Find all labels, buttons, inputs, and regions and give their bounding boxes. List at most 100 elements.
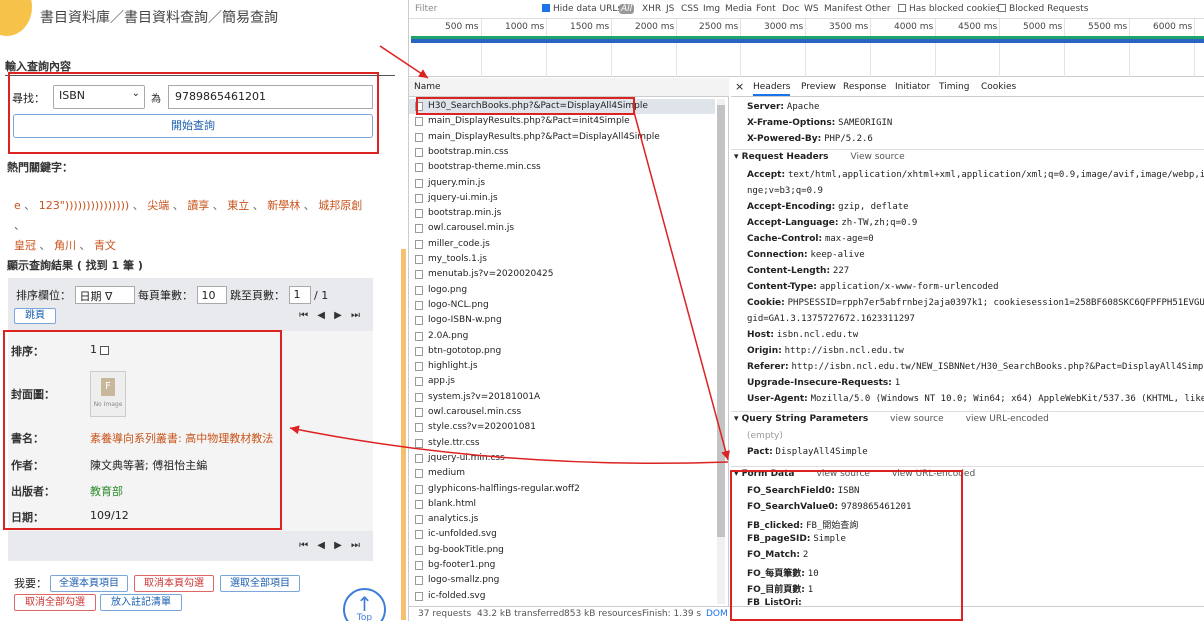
keyword-link[interactable]: 讀享 — [187, 199, 209, 212]
tab-headers[interactable]: Headers — [753, 82, 791, 96]
view-source-link[interactable]: view URL-encoded — [966, 414, 1049, 424]
request-row[interactable]: my_tools.1.js — [409, 252, 715, 267]
close-icon[interactable]: × — [735, 80, 744, 93]
request-headers-section[interactable]: ▾ Request Headers View source — [734, 152, 905, 162]
keyword-link[interactable]: 123"))))))))))))))) — [39, 199, 129, 212]
jump-page-button[interactable]: 跳頁 — [14, 308, 56, 324]
request-row[interactable]: owl.carousel.min.css — [409, 405, 715, 420]
tab-cookies[interactable]: Cookies — [981, 82, 1016, 92]
sort-select[interactable]: 日期 ∇ — [74, 286, 135, 304]
request-row[interactable]: H30_SearchBooks.php?&Pact=DisplayAll4Sim… — [409, 99, 715, 115]
request-row[interactable]: jquery.min.js — [409, 176, 715, 191]
request-row[interactable]: btn-gototop.png — [409, 344, 715, 359]
filter-ws[interactable]: WS — [804, 4, 819, 14]
request-row[interactable]: main_DisplayResults.php?&Pact=DisplayAll… — [409, 130, 715, 145]
filter-doc[interactable]: Doc — [782, 4, 799, 14]
per-page-select[interactable]: 10 — [196, 286, 227, 304]
page-input[interactable]: 1 — [288, 286, 311, 304]
request-row[interactable]: jquery-ui.min.css — [409, 451, 715, 466]
request-row[interactable]: bootstrap-theme.min.css — [409, 160, 715, 175]
request-row[interactable]: style.ttr.css — [409, 436, 715, 451]
filter-css[interactable]: CSS — [681, 4, 699, 14]
filter-media[interactable]: Media — [725, 4, 752, 14]
tab-preview[interactable]: Preview — [801, 82, 836, 92]
request-row[interactable]: app.js — [409, 374, 715, 389]
find-label: 尋找： — [12, 92, 45, 105]
site-logo[interactable] — [0, 0, 32, 36]
request-row[interactable]: logo-smallz.png — [409, 573, 715, 588]
request-row[interactable]: logo.png — [409, 283, 715, 298]
sort-value: 日期 ∇ — [79, 290, 113, 303]
view-source-link[interactable]: view source — [890, 414, 943, 424]
request-row[interactable]: blank.html — [409, 497, 715, 512]
view-source-link[interactable]: view source — [817, 469, 870, 479]
request-row[interactable]: ic-folded.svg — [409, 589, 715, 604]
request-row[interactable]: main_DisplayResults.php?&Pact=init4Simpl… — [409, 114, 715, 129]
form-data-section[interactable]: ▾ Form Data view source view URL-encoded — [734, 469, 975, 479]
filter-js[interactable]: JS — [666, 4, 674, 14]
tab-timing[interactable]: Timing — [939, 82, 969, 92]
filter-xhr[interactable]: XHR — [642, 4, 661, 14]
query-params-section[interactable]: ▾ Query String Parameters view source view… — [734, 414, 1049, 424]
keyword-link[interactable]: e — [14, 199, 21, 212]
request-row[interactable]: logo-NCL.png — [409, 298, 715, 313]
request-row[interactable]: bootstrap.min.css — [409, 145, 715, 160]
request-row[interactable]: logo-ISBN-w.png — [409, 313, 715, 328]
request-row[interactable]: bg-bookTitle.png — [409, 543, 715, 558]
request-row[interactable]: 2.0A.png — [409, 329, 715, 344]
filter-input[interactable]: Filter — [415, 4, 437, 14]
filter-all[interactable]: All — [619, 4, 635, 14]
request-row[interactable]: jquery-ui.min.js — [409, 191, 715, 206]
keyword-link[interactable]: 新學林 — [267, 199, 300, 212]
unselect-page-button[interactable]: 取消本頁勾選 — [134, 575, 214, 592]
keyword-link[interactable]: 東立 — [227, 199, 249, 212]
request-row[interactable]: analytics.js — [409, 512, 715, 527]
name-column-header[interactable]: Name — [409, 78, 729, 97]
pager-controls-bottom[interactable]: ⏮ ◀ ▶ ⏭ — [299, 540, 363, 551]
select-all-button[interactable]: 選取全部項目 — [220, 575, 300, 592]
view-source-link[interactable]: view URL-encoded — [892, 469, 975, 479]
view-source-link[interactable]: View source — [851, 152, 905, 162]
panel-splitter[interactable] — [401, 249, 406, 620]
request-list: Name H30_SearchBooks.php?&Pact=DisplayAl… — [409, 78, 729, 606]
request-row[interactable]: bg-footer1.png — [409, 558, 715, 573]
request-row[interactable]: style.css?v=202001081 — [409, 420, 715, 435]
keyword-link[interactable]: 尖端 — [147, 199, 169, 212]
keyword-link[interactable]: 角川 — [54, 239, 76, 252]
keyword-link[interactable]: 青文 — [94, 239, 116, 252]
request-row[interactable]: system.js?v=20181001A — [409, 390, 715, 405]
filter-manifest[interactable]: Manifest — [824, 4, 862, 14]
request-list-scrollbar[interactable] — [717, 99, 725, 604]
select-page-button[interactable]: 全選本頁項目 — [50, 575, 128, 592]
start-search-button[interactable]: 開始查詢 — [13, 114, 373, 138]
keyword-link[interactable]: 皇冠 — [14, 239, 36, 252]
header-value: PHP/5.2.6 — [824, 134, 873, 144]
request-row[interactable]: menutab.js?v=2020020425 — [409, 267, 715, 282]
hide-data-urls-toggle[interactable]: Hide data URLs — [542, 4, 622, 14]
keyword-link[interactable]: 城邦原創 — [318, 199, 362, 212]
scrollbar-thumb[interactable] — [717, 105, 725, 537]
unselect-all-button[interactable]: 取消全部勾選 — [14, 594, 96, 611]
request-row[interactable]: highlight.js — [409, 359, 715, 374]
network-timeline[interactable]: 500 ms 1000 ms 1500 ms 2000 ms 2500 ms 3… — [409, 19, 1204, 77]
request-row[interactable]: glyphicons-halflings-regular.woff2 — [409, 482, 715, 497]
back-to-top-button[interactable]: ↑ Top — [343, 588, 386, 621]
file-icon — [415, 530, 423, 540]
add-to-list-button[interactable]: 放入註記清單 — [100, 594, 182, 611]
request-row[interactable]: ic-unfolded.svg — [409, 527, 715, 542]
filter-other[interactable]: Other — [865, 4, 891, 14]
file-icon — [415, 209, 423, 219]
tab-response[interactable]: Response — [843, 82, 886, 92]
request-row[interactable]: owl.carousel.min.js — [409, 221, 715, 236]
search-value-input[interactable]: 9789865461201 — [168, 85, 373, 109]
request-row[interactable]: miller_code.js — [409, 237, 715, 252]
search-field-select[interactable]: ISBN ⌄ — [53, 85, 145, 109]
request-row[interactable]: bootstrap.min.js — [409, 206, 715, 221]
pager-controls[interactable]: ⏮ ◀ ▶ ⏭ — [299, 310, 363, 321]
tab-initiator[interactable]: Initiator — [895, 82, 930, 92]
blocked-cookies-toggle[interactable]: Has blocked cookies — [898, 4, 1000, 14]
request-row[interactable]: medium — [409, 466, 715, 481]
blocked-requests-toggle[interactable]: Blocked Requests — [998, 4, 1088, 14]
filter-font[interactable]: Font — [756, 4, 776, 14]
filter-img[interactable]: Img — [703, 4, 720, 14]
